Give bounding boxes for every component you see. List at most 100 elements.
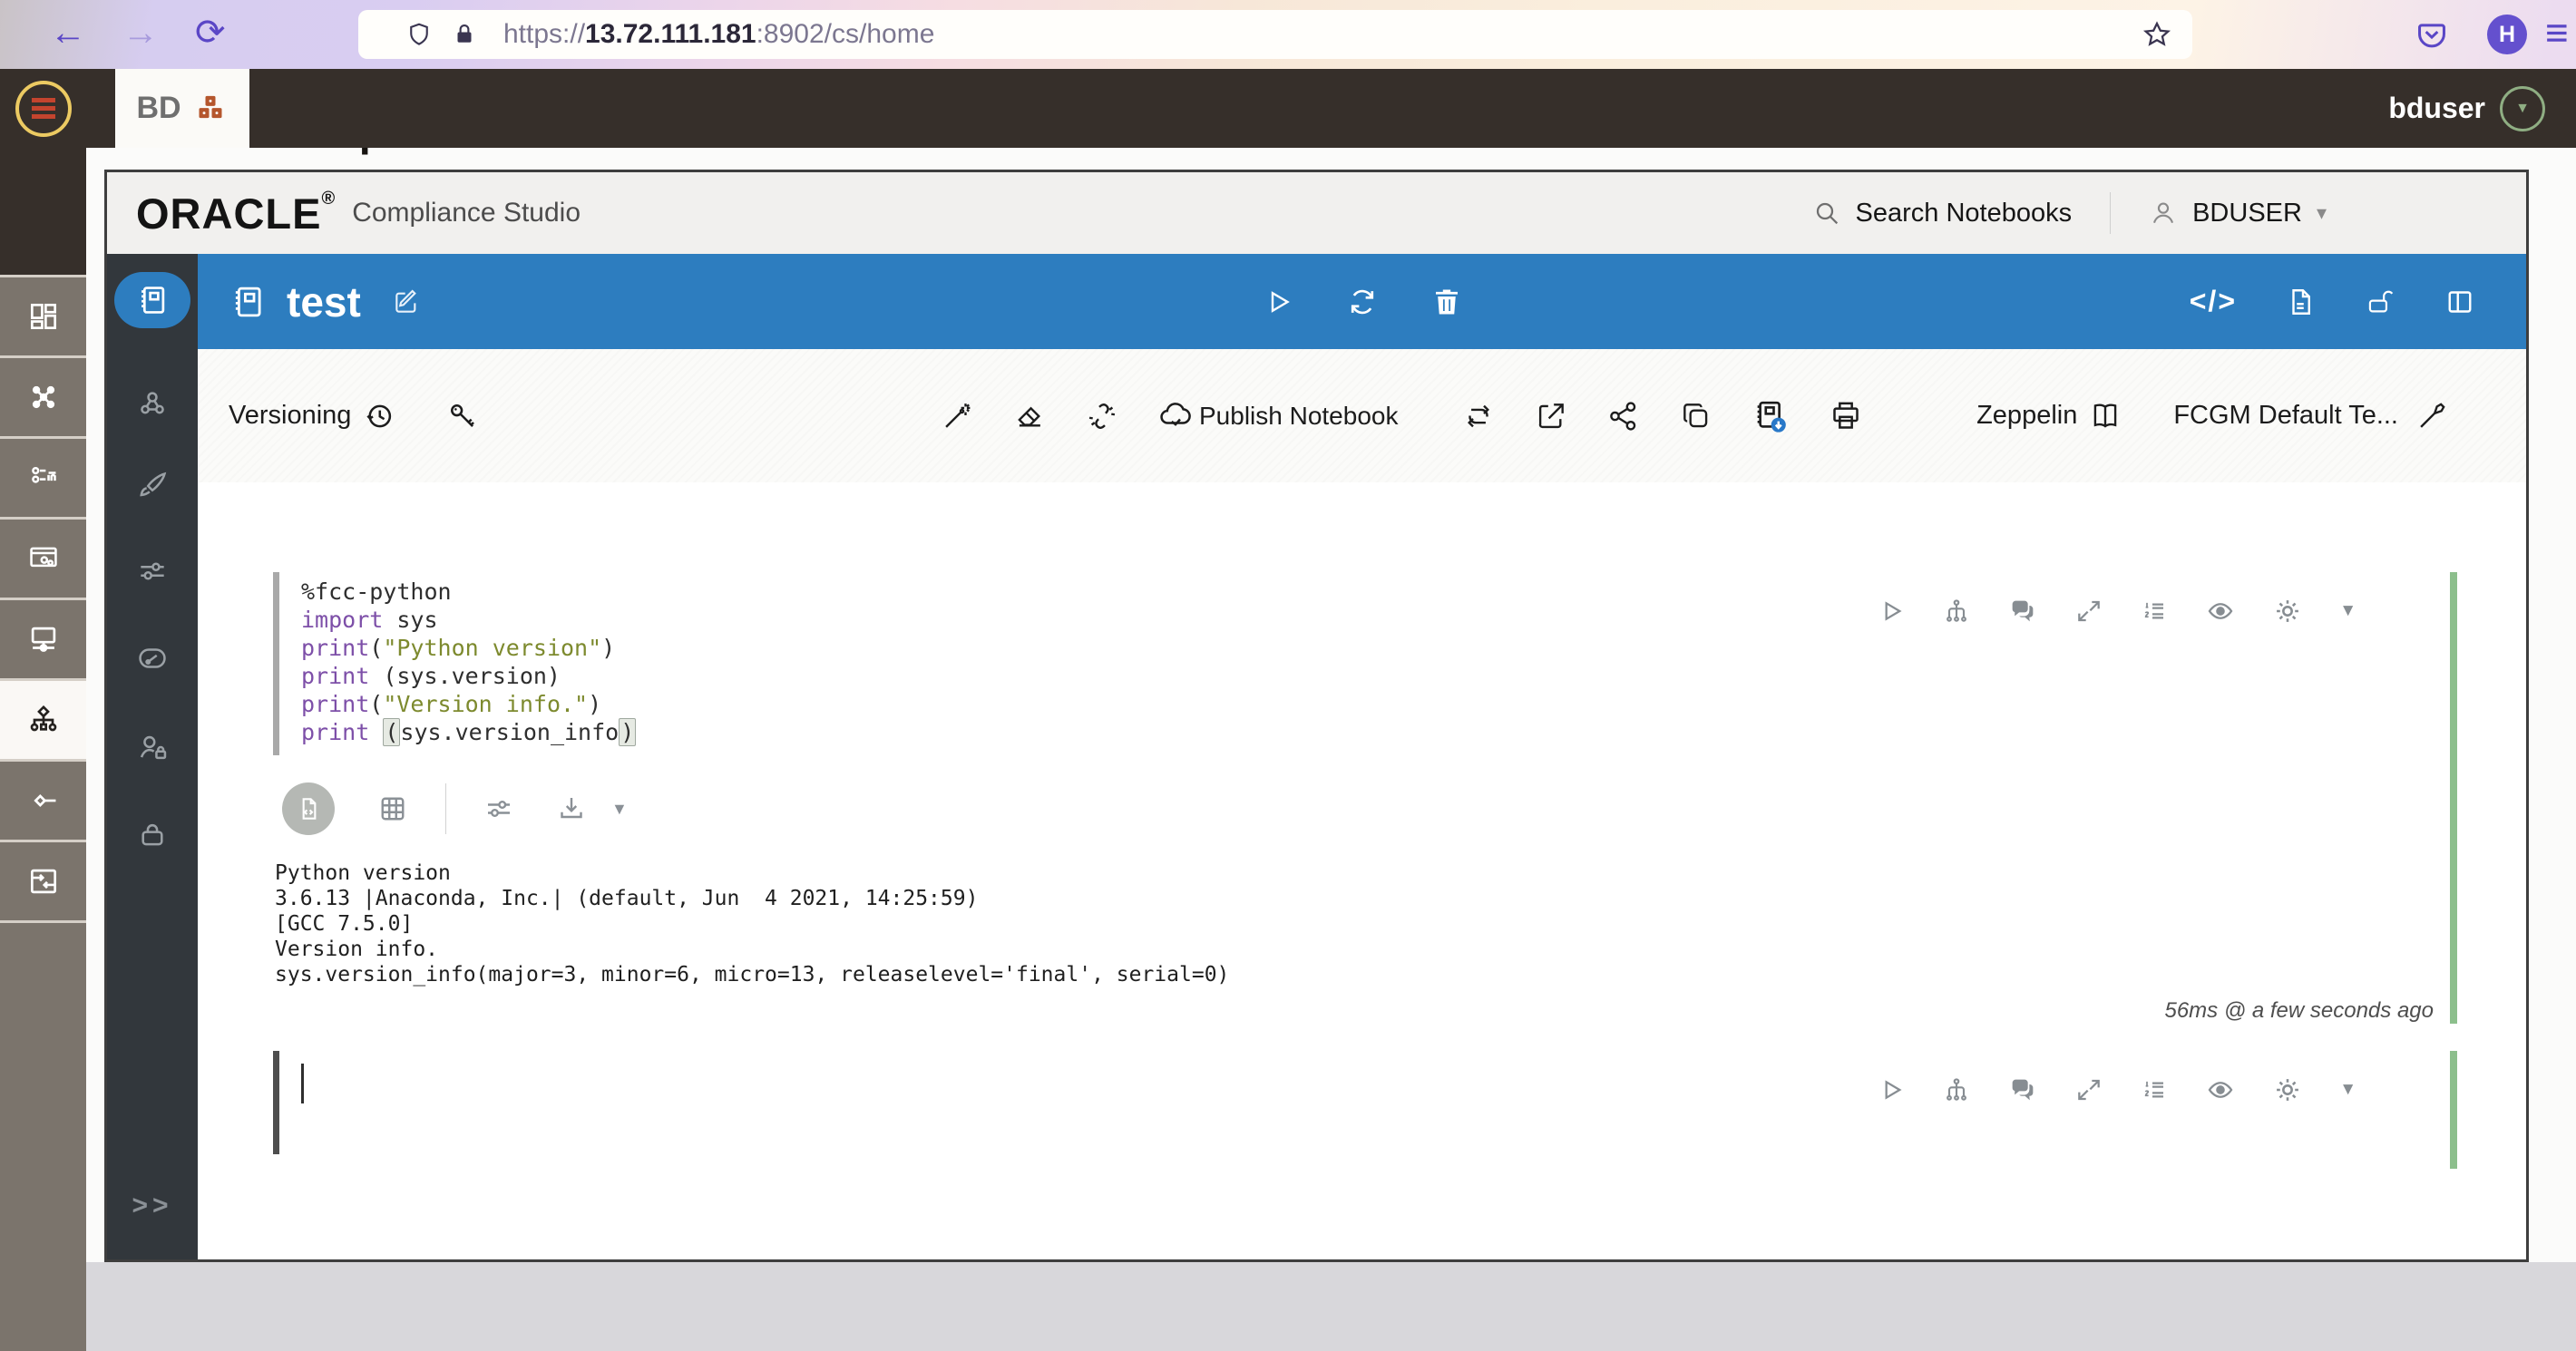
- code-view-icon[interactable]: </>: [2190, 285, 2237, 318]
- sync-icon[interactable]: [1461, 399, 1496, 433]
- notebook-toolbar: test </>: [198, 254, 2526, 349]
- cell-settings-icon[interactable]: [2272, 596, 2303, 627]
- monitor-node-icon: [26, 622, 61, 656]
- user-icon: [2149, 199, 2178, 228]
- sidebar-item-permissions[interactable]: [107, 817, 198, 851]
- share-icon[interactable]: [1606, 399, 1641, 433]
- download-output-icon[interactable]: [555, 792, 588, 825]
- visibility-icon[interactable]: [2205, 596, 2236, 627]
- user-dropdown-icon[interactable]: ▼: [2500, 85, 2545, 131]
- copy-icon[interactable]: [1679, 399, 1713, 433]
- reload-icon[interactable]: ⟳: [195, 13, 226, 53]
- back-icon[interactable]: ←: [50, 13, 86, 53]
- cell-toolbar: ▼: [1877, 596, 2356, 627]
- bookmark-star-icon[interactable]: [2142, 19, 2172, 50]
- sidebar-item-network[interactable]: [0, 355, 86, 436]
- app-header: ORACLE® Compliance Studio Search Noteboo…: [107, 172, 2526, 254]
- table-view-icon[interactable]: [376, 792, 409, 825]
- toggle-settings-icon: [26, 461, 61, 495]
- cell-more-icon[interactable]: ▼: [2339, 601, 2356, 621]
- sidebar-item-paintbrush[interactable]: [107, 469, 198, 503]
- notebook-actions-bar: Versioning Publish Notebook Zeppelin FCG…: [198, 349, 2526, 482]
- hierarchy-icon: [25, 702, 62, 738]
- empty-code-editor[interactable]: [273, 1051, 2461, 1154]
- template-pen-icon[interactable]: [2415, 399, 2449, 433]
- lock-warning-icon[interactable]: [451, 19, 478, 50]
- output-text: Python version 3.6.13 |Anaconda, Inc.| (…: [275, 861, 1230, 987]
- interpreter-label[interactable]: Zeppelin: [1976, 401, 2077, 431]
- sidebar-item-dashboard[interactable]: [0, 275, 86, 355]
- header-user-menu[interactable]: BDUSER: [2192, 199, 2302, 228]
- chart-settings-icon[interactable]: [483, 792, 515, 825]
- browser-avatar[interactable]: H: [2487, 15, 2527, 54]
- platform-sidebar: [0, 148, 86, 1351]
- cell-status-bar: [2450, 572, 2457, 1024]
- network-x-icon: [26, 380, 61, 414]
- refresh-icon[interactable]: [1345, 285, 1380, 319]
- interpreter-settings: Zeppelin FCGM Default Te...: [1976, 399, 2526, 433]
- notebook-icon: [229, 283, 267, 321]
- shield-icon[interactable]: [405, 19, 433, 50]
- interpreter-book-icon[interactable]: [2088, 399, 2122, 433]
- run-all-icon[interactable]: [1262, 286, 1294, 318]
- session-user[interactable]: bduser ▼: [2388, 69, 2545, 148]
- key-icon[interactable]: [445, 399, 480, 433]
- versioning-label[interactable]: Versioning: [229, 401, 351, 431]
- text-cursor: [301, 1064, 304, 1103]
- print-icon[interactable]: [1828, 398, 1864, 434]
- paragraph-cell-1[interactable]: ▼ %fcc-python import sys print("Python ver…: [273, 572, 2461, 1024]
- unlink-icon[interactable]: [1085, 399, 1119, 433]
- dependency-tree-icon[interactable]: [1942, 597, 1971, 626]
- sidebar-expand-button[interactable]: >>: [107, 1191, 198, 1221]
- magic-wand-icon[interactable]: [940, 399, 974, 433]
- download-options-caret-icon[interactable]: ▼: [611, 800, 628, 819]
- expand-cell-icon[interactable]: [2074, 597, 2103, 626]
- sidebar-item-notebooks[interactable]: [114, 272, 190, 328]
- rename-icon[interactable]: [392, 287, 421, 316]
- publish-cloud-icon: [1157, 398, 1194, 434]
- sidebar-item-hierarchy[interactable]: [0, 678, 86, 759]
- search-notebooks-link[interactable]: Search Notebooks: [1856, 199, 2073, 228]
- address-bar[interactable]: https://13.72.111.181:8902/cs/home: [358, 10, 2192, 59]
- comments-icon[interactable]: [2007, 596, 2038, 627]
- export-icon[interactable]: [1534, 399, 1568, 433]
- sidebar-item-sliders[interactable]: [107, 554, 198, 588]
- eraser-icon[interactable]: [1012, 399, 1047, 433]
- unlock-icon[interactable]: [2364, 286, 2396, 318]
- notebook-download-icon[interactable]: [1751, 397, 1790, 435]
- sidebar-item-data-merge[interactable]: [0, 840, 86, 923]
- user-menu-caret-icon[interactable]: ▾: [2317, 201, 2327, 225]
- split-panel-icon[interactable]: [2444, 286, 2476, 318]
- sidebar-item-user-access[interactable]: [107, 730, 198, 764]
- notebook-canvas: ▼ %fcc-python import sys print("Python ver…: [198, 482, 2526, 1259]
- sidebar-item-gauge[interactable]: [107, 641, 198, 676]
- forward-icon[interactable]: →: [122, 13, 159, 53]
- sidebar-item-graph[interactable]: [107, 387, 198, 422]
- search-icon[interactable]: [1812, 199, 1841, 228]
- publish-notebook-label: Publish Notebook: [1199, 401, 1399, 430]
- run-cell-icon[interactable]: [1877, 597, 1906, 626]
- main-menu-button[interactable]: [0, 69, 86, 148]
- session-user-name: bduser: [2388, 92, 2485, 124]
- app-tab-bar: BD bduser ▼: [0, 69, 2576, 148]
- pocket-icon[interactable]: [2415, 18, 2449, 53]
- template-label[interactable]: FCGM Default Te...: [2173, 401, 2398, 431]
- screen: ← → ⟳ https://13.72.111.181:8902/cs/home: [0, 0, 2576, 1351]
- dashboard-icon: [26, 299, 61, 334]
- sidebar-item-monitor[interactable]: [0, 598, 86, 678]
- line-numbers-icon[interactable]: [2140, 597, 2169, 626]
- sidebar-item-connector[interactable]: [0, 759, 86, 840]
- raw-output-button[interactable]: [282, 782, 335, 835]
- delete-notebook-icon[interactable]: [1430, 286, 1463, 318]
- report-view-icon[interactable]: [2284, 286, 2317, 318]
- window-gears-icon: [26, 541, 61, 576]
- tab-bd[interactable]: BD: [115, 69, 249, 148]
- sidebar-item-toggle-settings[interactable]: [0, 436, 86, 517]
- browser-menu-icon[interactable]: ≡: [2545, 11, 2576, 56]
- url-text[interactable]: https://13.72.111.181:8902/cs/home: [503, 19, 934, 50]
- sidebar-item-batch-window[interactable]: [0, 517, 86, 598]
- paragraph-cell-2[interactable]: ▼: [273, 1051, 2461, 1169]
- publish-notebook-button[interactable]: Publish Notebook: [1157, 398, 1398, 434]
- version-history-icon[interactable]: [362, 399, 396, 433]
- header-right: Search Notebooks BDUSER ▾: [1812, 192, 2327, 234]
